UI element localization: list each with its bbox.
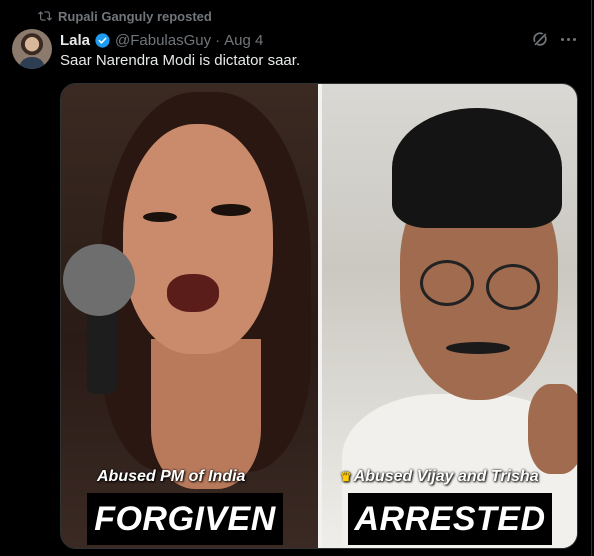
tweet-media-image[interactable]: Abused PM of India FORGIVEN ♛ Abused Vija…	[60, 83, 578, 549]
grok-icon[interactable]	[530, 29, 550, 49]
left-stamp: FORGIVEN	[87, 493, 283, 545]
separator-dot: ·	[215, 31, 221, 49]
author-handle[interactable]: @FabulasGuy	[115, 32, 211, 49]
right-caption-text: Abused Vijay and Trisha	[353, 468, 539, 485]
more-options-icon[interactable]	[558, 30, 578, 48]
microphone-image	[63, 244, 135, 316]
tweet-text: Saar Narendra Modi is dictator saar.	[60, 52, 301, 69]
repost-indicator[interactable]: Rupali Ganguly reposted	[38, 8, 212, 24]
tweet-header: Lala @FabulasGuy · Aug 4	[60, 31, 263, 49]
left-caption: Abused PM of India	[97, 468, 246, 485]
left-photo-panel: Abused PM of India FORGIVEN	[61, 84, 318, 548]
avatar[interactable]	[12, 29, 52, 69]
tweet-card[interactable]: Rupali Ganguly reposted Lala @FabulasGuy…	[0, 0, 592, 556]
repost-icon	[38, 11, 52, 21]
author-name[interactable]: Lala	[60, 32, 90, 49]
tweet-date[interactable]: Aug 4	[224, 32, 263, 49]
right-photo-panel: ♛ Abused Vijay and Trisha ARRESTED	[322, 84, 577, 548]
verified-badge-icon[interactable]	[94, 32, 111, 49]
right-stamp: ARRESTED	[348, 493, 552, 545]
crown-icon: ♛	[340, 469, 352, 484]
right-caption: ♛ Abused Vijay and Trisha	[340, 468, 539, 486]
repost-text: Rupali Ganguly reposted	[58, 8, 212, 24]
